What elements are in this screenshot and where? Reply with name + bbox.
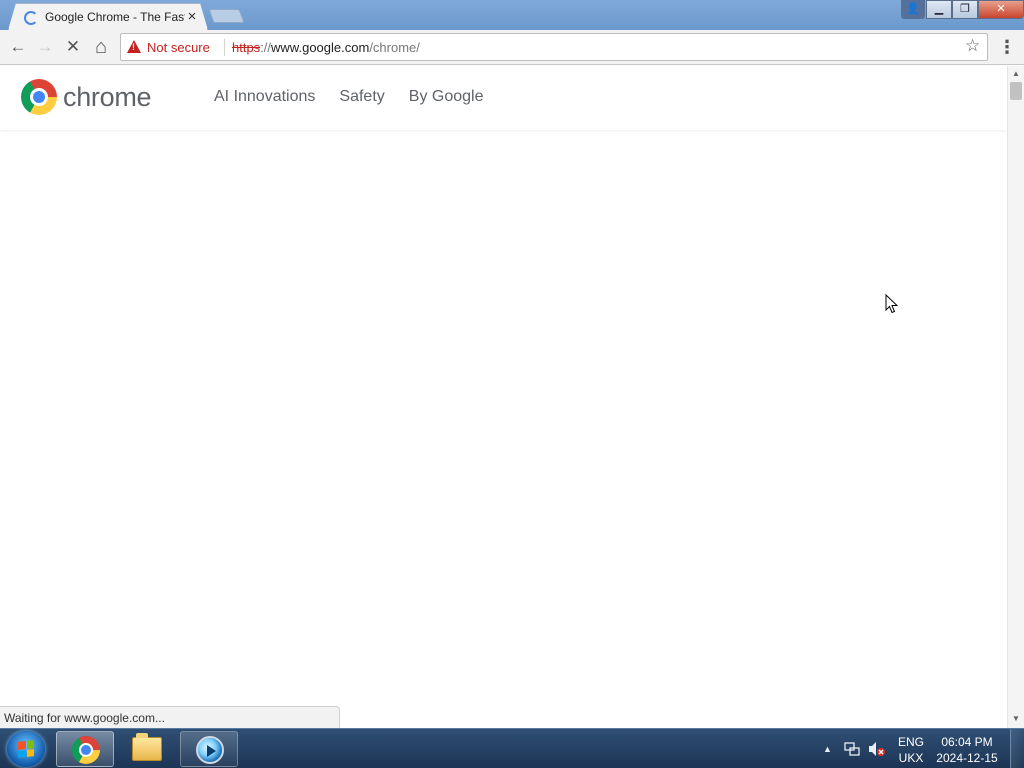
brand-wordmark[interactable]: chrome: [63, 82, 152, 113]
url-text[interactable]: https://www.google.com/chrome/: [232, 40, 420, 55]
close-window-button[interactable]: ✕: [978, 0, 1024, 19]
chrome-icon: [72, 736, 100, 764]
network-icon[interactable]: [844, 741, 860, 757]
back-button[interactable]: ←: [5, 35, 31, 59]
system-clock[interactable]: 06:04 PM 2024-12-15: [934, 734, 1000, 766]
chrome-logo-icon[interactable]: [21, 79, 57, 115]
nav-item-ai-innovations[interactable]: AI Innovations: [214, 88, 315, 106]
url-path: /chrome/: [369, 40, 420, 55]
scroll-up-arrow[interactable]: ▲: [1008, 66, 1024, 82]
windows-taskbar: ▲ ENG UKX 06:04 PM 2024-12-15: [0, 728, 1024, 768]
mouse-cursor-icon: [885, 294, 899, 314]
tab-title: Google Chrome - The Fast & Secure Web Br…: [45, 10, 185, 24]
stop-loading-button[interactable]: ✕: [60, 35, 86, 59]
new-tab-button[interactable]: [208, 9, 245, 23]
warning-icon[interactable]: !: [127, 40, 141, 53]
nav-item-safety[interactable]: Safety: [339, 88, 384, 106]
url-scheme: https: [232, 40, 261, 55]
url-host: www.google.com: [271, 40, 370, 55]
browser-menu-icon[interactable]: ⋮: [998, 35, 1016, 59]
language-code: ENG: [898, 735, 925, 749]
page-viewport: chrome AI Innovations Safety By Google: [0, 66, 1007, 728]
clock-date: 2024-12-15: [936, 751, 998, 765]
tray-overflow-icon[interactable]: ▲: [823, 744, 832, 754]
clock-time: 06:04 PM: [941, 735, 993, 749]
home-button[interactable]: ⌂: [88, 35, 114, 59]
browser-tab-active[interactable]: Google Chrome - The Fast & Secure Web Br…: [8, 3, 208, 30]
loading-spinner-icon: [24, 11, 38, 25]
forward-button[interactable]: →: [32, 35, 58, 59]
omnibox-divider: [224, 39, 225, 56]
folder-icon: [132, 733, 162, 761]
site-header: chrome AI Innovations Safety By Google: [0, 66, 1007, 130]
url-separator: ://: [260, 40, 272, 55]
scroll-down-arrow[interactable]: ▼: [1008, 711, 1024, 727]
status-bubble: Waiting for www.google.com...: [0, 706, 340, 728]
restore-button[interactable]: ❐: [952, 0, 978, 19]
taskbar-explorer-button[interactable]: [118, 731, 176, 767]
address-bar[interactable]: ! Not secure https://www.google.com/chro…: [120, 33, 988, 61]
site-nav: AI Innovations Safety By Google: [214, 88, 483, 106]
taskbar-media-player-button[interactable]: [180, 731, 238, 767]
vertical-scrollbar[interactable]: ▲ ▼: [1007, 66, 1024, 728]
browser-toolbar: ← → ✕ ⌂ ! Not secure https://www.google.…: [0, 30, 1024, 65]
taskbar-chrome-button[interactable]: [56, 731, 114, 767]
user-profile-button[interactable]: 👤: [901, 0, 925, 19]
security-indicator[interactable]: Not secure: [147, 40, 210, 55]
windows-logo-icon: [18, 740, 34, 758]
minimize-button[interactable]: ▁: [926, 0, 952, 19]
tab-close-button[interactable]: ×: [183, 8, 201, 26]
bookmark-star-icon[interactable]: ☆: [965, 36, 980, 56]
window-controls: ▁ ❐ ✕: [926, 0, 1024, 19]
window-titlebar: Google Chrome - The Fast & Secure Web Br…: [0, 0, 1024, 30]
media-player-icon: [196, 736, 224, 764]
nav-item-by-google[interactable]: By Google: [409, 88, 484, 106]
input-language-indicator[interactable]: ENG UKX: [898, 734, 924, 766]
start-button[interactable]: [7, 731, 45, 767]
keyboard-layout-code: UKX: [898, 751, 924, 765]
scroll-thumb[interactable]: [1010, 82, 1022, 100]
volume-muted-icon[interactable]: [868, 741, 886, 757]
show-desktop-button[interactable]: [1010, 729, 1024, 768]
